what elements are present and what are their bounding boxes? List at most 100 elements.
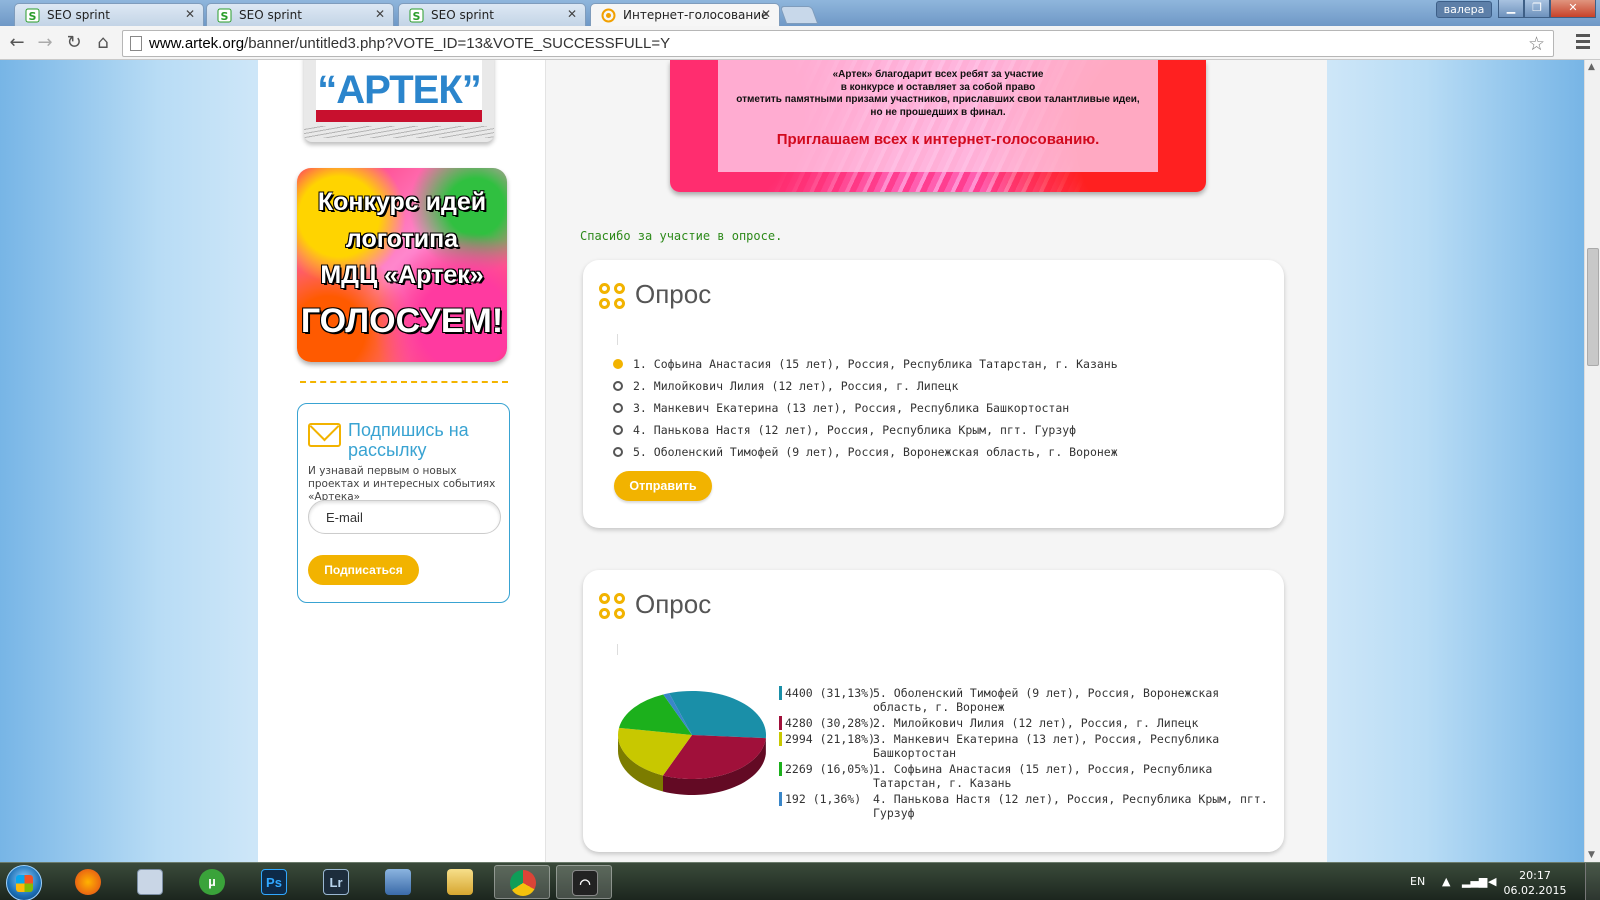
- radio-icon[interactable]: [613, 447, 623, 457]
- close-icon[interactable]: ✕: [375, 7, 385, 21]
- taskbar-calculator[interactable]: [122, 865, 178, 899]
- poll-option-3[interactable]: 3. Манкевич Екатерина (13 лет), Россия, …: [613, 400, 1118, 422]
- hero-text: «Артек» благодарит всех ребят за участие…: [718, 69, 1158, 119]
- taskbar-wifi[interactable]: ◠: [556, 865, 612, 899]
- poll-option-5[interactable]: 5. Оболенский Тимофей (9 лет), Россия, В…: [613, 444, 1118, 466]
- reload-icon[interactable]: ↻: [63, 32, 85, 54]
- legend-label: 4. Панькова Настя (12 лет), Россия, Респ…: [873, 792, 1268, 820]
- legend-value: 2269 (16,05%): [785, 762, 876, 776]
- legend-value: 192 (1,36%): [785, 792, 862, 806]
- results-legend: 4400 (31,13%) 5. Оболенский Тимофей (9 ле…: [779, 686, 1269, 822]
- subscribe-button[interactable]: Подписаться: [308, 555, 419, 585]
- minimize-icon[interactable]: ▁: [1498, 0, 1524, 18]
- new-tab-button[interactable]: [779, 6, 819, 24]
- radio-icon[interactable]: [613, 403, 623, 413]
- wifi-icon: ◠: [572, 870, 598, 896]
- option-label: 2. Милойкович Лилия (12 лет), Россия, г.…: [633, 379, 959, 393]
- hero-line-2: в конкурсе и оставляет за собой право: [840, 81, 1036, 93]
- legend-row-3: 2994 (21,18%) 3. Манкевич Екатерина (13 л…: [779, 732, 1269, 760]
- utorrent-icon: µ: [199, 869, 225, 895]
- contest-banner[interactable]: Конкурс идей логотипа МДЦ «Артек» ГОЛОСУ…: [297, 168, 507, 362]
- stamp-text: “АРТЕК”: [317, 68, 482, 112]
- svg-text:S: S: [221, 10, 229, 23]
- results-pie-chart: [618, 691, 766, 795]
- poll-title: Опрос: [635, 589, 712, 619]
- radio-icon[interactable]: [613, 425, 623, 435]
- contest-line-4: ГОЛОСУЕМ!: [300, 302, 504, 340]
- tab-seo-sprint-1[interactable]: S SEO sprint ✕: [14, 3, 204, 26]
- legend-row-2: 4280 (30,28%) 2. Милойкович Лилия (12 лет…: [779, 716, 1269, 730]
- close-icon[interactable]: ✕: [761, 7, 771, 21]
- taskbar-lightroom[interactable]: Lr: [308, 865, 364, 899]
- page-scrollbar[interactable]: ▲ ▼: [1584, 60, 1600, 862]
- lightroom-icon: Lr: [323, 869, 349, 895]
- subscribe-box: Подпишись на рассылку И узнавай первым о…: [297, 403, 510, 603]
- legend-value: 2994 (21,18%): [785, 732, 876, 746]
- page-viewport: “АРТЕК” Конкурс идей логотипа МДЦ «Артек…: [0, 60, 1584, 862]
- taskbar-firefox[interactable]: [60, 865, 116, 899]
- stamp-postmark: [304, 126, 494, 138]
- taskbar-photoshop[interactable]: Ps: [246, 865, 302, 899]
- tray-arrow-icon[interactable]: ▲: [1442, 875, 1450, 888]
- signal-icon[interactable]: ▂▄▆: [1462, 875, 1487, 888]
- artek-stamp-banner[interactable]: “АРТЕК”: [304, 60, 494, 142]
- taskbar-utorrent[interactable]: µ: [184, 865, 240, 899]
- legend-label: 3. Манкевич Екатерина (13 лет), Россия, …: [873, 732, 1220, 760]
- legend-label: 2. Милойкович Лилия (12 лет), Россия, г.…: [873, 716, 1199, 730]
- system-clock[interactable]: 20:17 06.02.2015: [1500, 868, 1570, 898]
- tab-strip: S SEO sprint ✕ S SEO sprint ✕ S SEO spri…: [0, 0, 1600, 26]
- tab-seo-sprint-2[interactable]: S SEO sprint ✕: [206, 3, 394, 26]
- poll-option-2[interactable]: 2. Милойкович Лилия (12 лет), Россия, г.…: [613, 378, 1118, 400]
- poll-option-4[interactable]: 4. Панькова Настя (12 лет), Россия, Респ…: [613, 422, 1118, 444]
- windows-start-icon[interactable]: [6, 865, 42, 900]
- network-icon: [385, 869, 411, 895]
- legend-label: 5. Оболенский Тимофей (9 лет), Россия, В…: [873, 686, 1220, 714]
- taskbar-chrome[interactable]: [494, 865, 550, 899]
- seo-sprint-icon: S: [217, 8, 232, 23]
- submit-vote-button[interactable]: Отправить: [614, 471, 712, 501]
- taskbar-explorer[interactable]: [432, 865, 488, 899]
- legend-label: 1. Софьина Анастасия (15 лет), Россия, Р…: [873, 762, 1213, 790]
- scrollbar-thumb[interactable]: [1587, 248, 1599, 366]
- svg-text:S: S: [413, 10, 421, 23]
- star-icon[interactable]: ☆: [1528, 33, 1545, 55]
- page-icon: [130, 36, 142, 51]
- back-arrow-icon[interactable]: ←: [6, 32, 28, 54]
- taskbar-network[interactable]: [370, 865, 426, 899]
- contest-line-3: МДЦ «Артек»: [320, 261, 484, 289]
- legend-swatch: [779, 732, 782, 746]
- home-icon[interactable]: ⌂: [92, 32, 114, 54]
- user-badge[interactable]: валера: [1436, 1, 1492, 18]
- close-icon[interactable]: ✕: [185, 7, 195, 21]
- legend-value: 4400 (31,13%): [785, 686, 876, 700]
- chrome-icon: [510, 870, 536, 896]
- tab-seo-sprint-3[interactable]: S SEO sprint ✕: [398, 3, 586, 26]
- radio-icon[interactable]: [613, 381, 623, 391]
- hero-line-3: отметить памятными призами участников, п…: [736, 94, 1140, 105]
- scroll-down-icon[interactable]: ▼: [1588, 850, 1595, 860]
- clock-date: 06.02.2015: [1503, 884, 1567, 897]
- close-icon[interactable]: ✕: [567, 7, 577, 21]
- address-bar[interactable]: www.artek.org/banner/untitled3.php?VOTE_…: [122, 30, 1554, 57]
- vote-poll-card: Опрос 1. Софьина Анастасия (15 лет), Рос…: [583, 260, 1284, 528]
- forward-arrow-icon[interactable]: →: [34, 32, 56, 54]
- menu-icon[interactable]: [1576, 34, 1590, 52]
- hero-card: «Артек» благодарит всех ребят за участие…: [718, 60, 1158, 172]
- seo-sprint-icon: S: [409, 8, 424, 23]
- browser-toolbar: ← → ↻ ⌂ www.artek.org/banner/untitled3.p…: [0, 26, 1600, 60]
- option-label: 1. Софьина Анастасия (15 лет), Россия, Р…: [633, 357, 1118, 371]
- hero-line-4: но не прошедших в финал.: [870, 106, 1006, 118]
- option-label: 3. Манкевич Екатерина (13 лет), Россия, …: [633, 401, 1070, 415]
- scroll-up-icon[interactable]: ▲: [1588, 62, 1595, 72]
- window-close-icon[interactable]: ✕: [1550, 0, 1596, 18]
- radio-checked-icon[interactable]: [613, 359, 623, 369]
- subscribe-title: Подпишись на рассылку: [348, 420, 469, 460]
- speaker-icon[interactable]: ◀: [1488, 875, 1496, 888]
- poll-option-1[interactable]: 1. Софьина Анастасия (15 лет), Россия, Р…: [613, 356, 1118, 378]
- restore-icon[interactable]: ❐: [1524, 0, 1550, 18]
- tab-internet-voting[interactable]: Интернет-голосование ✕: [590, 3, 780, 26]
- show-desktop-button[interactable]: [1585, 863, 1600, 900]
- url-text: www.artek.org/banner/untitled3.php?VOTE_…: [149, 35, 671, 52]
- language-indicator[interactable]: EN: [1410, 875, 1425, 888]
- email-field[interactable]: [308, 500, 501, 534]
